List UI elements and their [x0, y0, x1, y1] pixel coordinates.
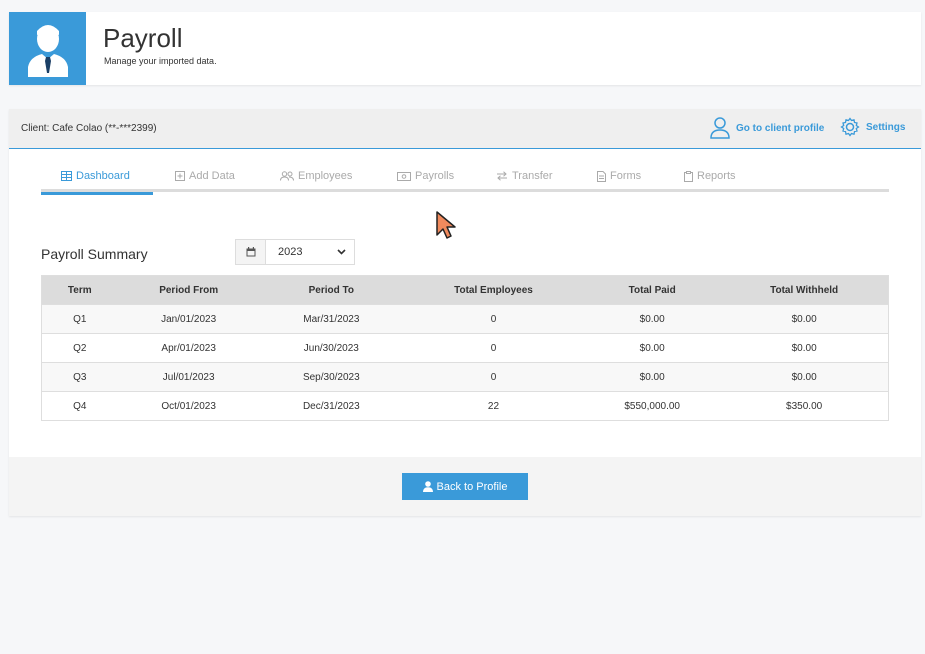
tab-reports-label: Reports	[697, 170, 736, 182]
page-title: Payroll	[103, 23, 183, 53]
year-select-value: 2023	[278, 246, 303, 258]
table-cell: 0	[402, 362, 585, 392]
tab-employees-label: Employees	[298, 170, 353, 182]
calendar-icon	[236, 240, 266, 264]
table-row: Q2 Apr/01/2023 Jun/30/2023 0 $0.00 $0.00	[41, 333, 889, 363]
table-cell: Oct/01/2023	[117, 391, 260, 421]
page-header: Payroll Manage your imported data.	[9, 12, 921, 85]
column-header: Total Paid	[584, 275, 721, 305]
tab-reports[interactable]: Reports	[684, 160, 736, 192]
settings-label: Settings	[866, 121, 906, 133]
table-row: Q4 Oct/01/2023 Dec/31/2023 22 $550,000.0…	[41, 391, 889, 421]
table-cell: Q3	[41, 362, 118, 392]
tab-add-data[interactable]: Add Data	[175, 160, 235, 192]
column-header: Term	[41, 275, 118, 305]
table-cell: $0.00	[720, 333, 889, 363]
user-tie-icon	[9, 12, 86, 85]
user-icon	[422, 481, 433, 492]
column-header: Period From	[117, 275, 260, 305]
tab-transfer[interactable]: Transfer	[496, 160, 553, 192]
back-to-profile-button[interactable]: Back to Profile	[402, 473, 528, 500]
table-cell: $0.00	[584, 333, 721, 363]
tab-employees[interactable]: Employees	[280, 160, 352, 192]
table-cell: $0.00	[720, 362, 889, 392]
tab-payrolls[interactable]: Payrolls	[397, 160, 454, 192]
table-cell: Jan/01/2023	[117, 304, 260, 334]
table-cell: Mar/31/2023	[259, 304, 403, 334]
table-cell: 0	[402, 333, 585, 363]
column-header: Total Employees	[402, 275, 585, 305]
table-cell: Jul/01/2023	[117, 362, 260, 392]
table-cell: $550,000.00	[584, 391, 721, 421]
table-cell: Jun/30/2023	[259, 333, 403, 363]
payroll-tabs: Dashboard Add Data Employees Payrolls Tr…	[41, 160, 889, 195]
tab-payrolls-label: Payrolls	[415, 170, 455, 182]
table-cell: Q2	[41, 333, 118, 363]
tab-transfer-label: Transfer	[512, 170, 553, 182]
table-cell: 22	[402, 391, 585, 421]
mouse-cursor-icon	[436, 211, 456, 239]
table-cell: 0	[402, 304, 585, 334]
table-cell: Q1	[41, 304, 118, 334]
client-bar: Client: Cafe Colao (**-***2399) Go to cl…	[9, 109, 921, 149]
table-row: Q1 Jan/01/2023 Mar/31/2023 0 $0.00 $0.00	[41, 304, 889, 334]
table-cell: Dec/31/2023	[259, 391, 403, 421]
table-cell: $0.00	[584, 304, 721, 334]
user-outline-icon	[710, 117, 730, 139]
tab-forms-label: Forms	[610, 170, 642, 182]
plus-square-icon	[175, 171, 185, 181]
table-cell: $0.00	[584, 362, 721, 392]
panel-footer: Back to Profile	[9, 457, 921, 516]
tab-dashboard[interactable]: Dashboard	[41, 160, 153, 195]
page-subtitle: Manage your imported data.	[104, 56, 217, 66]
go-to-client-profile-link[interactable]: Go to client profile	[710, 117, 824, 139]
table-icon	[61, 171, 72, 181]
year-select[interactable]: 2023	[235, 239, 355, 265]
client-label: Client: Cafe Colao (**-***2399)	[21, 123, 157, 134]
table-row: Q3 Jul/01/2023 Sep/30/2023 0 $0.00 $0.00	[41, 362, 889, 392]
go-to-client-profile-label: Go to client profile	[736, 122, 825, 134]
gear-icon	[840, 117, 860, 137]
exchange-icon	[497, 171, 507, 181]
table-cell: Q4	[41, 391, 118, 421]
tab-dashboard-label: Dashboard	[76, 170, 130, 182]
table-cell: Sep/30/2023	[259, 362, 403, 392]
users-icon	[280, 171, 294, 181]
table-cell: $0.00	[720, 304, 889, 334]
payroll-panel: Client: Cafe Colao (**-***2399) Go to cl…	[9, 109, 921, 516]
table-header-row: Term Period From Period To Total Employe…	[41, 275, 889, 305]
tab-add-data-label: Add Data	[189, 170, 235, 182]
clipboard-icon	[684, 170, 693, 182]
settings-link[interactable]: Settings	[840, 117, 905, 137]
table-cell: $350.00	[720, 391, 889, 421]
column-header: Total Withheld	[720, 275, 889, 305]
payroll-summary-title: Payroll Summary	[41, 246, 148, 262]
table-cell: Apr/01/2023	[117, 333, 260, 363]
file-icon	[597, 170, 606, 182]
money-icon	[397, 171, 411, 181]
column-header: Period To	[259, 275, 403, 305]
payroll-summary-table: Term Period From Period To Total Employe…	[41, 275, 889, 421]
back-to-profile-label: Back to Profile	[436, 480, 508, 493]
chevron-down-icon	[337, 249, 346, 255]
tab-forms[interactable]: Forms	[597, 160, 641, 192]
